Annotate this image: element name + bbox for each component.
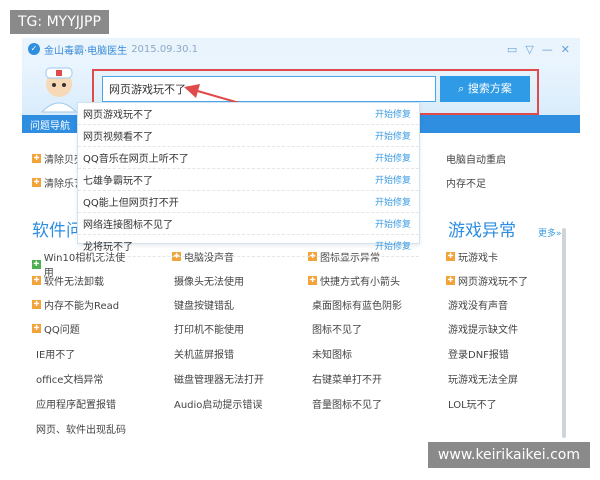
- suggestion-label: QQ音乐在网页上听不了: [83, 154, 189, 165]
- repair-link[interactable]: 开始修复: [375, 195, 419, 208]
- suggestion-label: 网页视频看不了: [83, 132, 153, 143]
- list-item[interactable]: office文档异常: [36, 371, 136, 386]
- list-item-label: 内存不能为Read: [44, 301, 120, 312]
- list-item[interactable]: 电脑自动重启: [446, 151, 506, 166]
- list-item[interactable]: 打印机不能使用: [174, 321, 274, 336]
- suggestion-item[interactable]: 网络连接图标不见了 开始修复: [78, 213, 419, 235]
- list-item[interactable]: 关机蓝屏报错: [174, 346, 274, 361]
- app-title: 金山毒霸·电脑医生: [44, 45, 128, 57]
- list-item[interactable]: ✚ 网页游戏玩不了: [446, 273, 546, 288]
- repair-link[interactable]: 开始修复: [375, 129, 419, 142]
- app-logo-icon: ✓: [28, 43, 40, 55]
- list-item[interactable]: ✚ 软件无法卸载: [32, 273, 132, 288]
- watermark-top-left: TG: MYYJJPP: [10, 10, 109, 34]
- suggestion-label: 龙将玩不了: [83, 242, 133, 253]
- list-item[interactable]: 未知图标: [312, 346, 412, 361]
- repair-badge-icon: ✚: [446, 252, 455, 261]
- app-version: 2015.09.30.1: [131, 43, 198, 55]
- suggestion-item[interactable]: 网页视频看不了 开始修复: [78, 125, 419, 147]
- list-item[interactable]: ✚ 快捷方式有小箭头: [308, 273, 408, 288]
- list-item[interactable]: IE用不了: [36, 346, 136, 361]
- list-item[interactable]: Audio启动提示错误: [174, 396, 274, 411]
- watermark-bottom-right: www.keirikaikei.com: [427, 442, 590, 468]
- suggestion-item[interactable]: 龙将玩不了 开始修复: [78, 235, 419, 257]
- list-item[interactable]: 游戏提示缺文件: [448, 321, 548, 336]
- suggestion-item[interactable]: QQ音乐在网页上听不了 开始修复: [78, 147, 419, 169]
- list-item-label: 快捷方式有小箭头: [320, 277, 400, 288]
- search-icon: ⌕: [458, 82, 465, 95]
- list-item[interactable]: 桌面图标有蓝色阴影: [312, 297, 412, 312]
- list-item-label: QQ问题: [44, 325, 80, 336]
- suggestion-label: QQ能上但网页打不开: [83, 198, 179, 209]
- search-button-label: 搜索方案: [467, 82, 512, 95]
- title-bar: ✓ 金山毒霸·电脑医生 2015.09.30.1 ▭ ▽ — ✕: [22, 38, 580, 60]
- more-link[interactable]: 更多»: [538, 226, 562, 239]
- repair-badge-icon: ✚: [32, 276, 41, 285]
- repair-badge-icon: ✚: [32, 154, 41, 163]
- list-item-label: 软件无法卸载: [44, 277, 104, 288]
- close-icon[interactable]: ✕: [561, 43, 570, 56]
- list-item[interactable]: 玩游戏无法全屏: [448, 371, 548, 386]
- list-item[interactable]: 游戏没有声音: [448, 297, 548, 312]
- list-item[interactable]: 登录DNF报错: [448, 346, 548, 361]
- list-item[interactable]: 磁盘管理器无法打开: [174, 371, 274, 386]
- nav-item-problem-guide[interactable]: 问题导航: [30, 117, 70, 132]
- list-item[interactable]: 内存不足: [446, 175, 486, 190]
- suggestion-item[interactable]: 七雄争霸玩不了 开始修复: [78, 169, 419, 191]
- repair-badge-icon: ✚: [308, 276, 317, 285]
- search-suggestions: 网页游戏玩不了 开始修复 网页视频看不了 开始修复 QQ音乐在网页上听不了 开始修复 …: [77, 102, 420, 257]
- repair-badge-icon: ✚: [32, 259, 41, 269]
- list-item[interactable]: 摄像头无法使用: [174, 273, 274, 288]
- minimize-icon[interactable]: —: [542, 43, 553, 56]
- list-item[interactable]: 音量图标不见了: [312, 396, 412, 411]
- list-item[interactable]: 右键菜单打不开: [312, 371, 412, 386]
- suggestion-label: 网页游戏玩不了: [83, 110, 153, 121]
- list-item[interactable]: ✚ 玩游戏卡: [446, 249, 546, 264]
- suggestion-item[interactable]: 网页游戏玩不了 开始修复: [78, 103, 419, 125]
- search-button[interactable]: ⌕ 搜索方案: [440, 76, 530, 102]
- feedback-icon[interactable]: ▭: [507, 43, 517, 56]
- list-item[interactable]: LOL玩不了: [448, 396, 548, 411]
- repair-link[interactable]: 开始修复: [375, 151, 419, 164]
- list-item-label: 玩游戏卡: [458, 253, 498, 264]
- repair-link[interactable]: 开始修复: [375, 107, 419, 120]
- list-item[interactable]: ✚ QQ问题: [32, 321, 132, 336]
- suggestion-item[interactable]: QQ能上但网页打不开 开始修复: [78, 191, 419, 213]
- list-item[interactable]: 图标不见了: [312, 321, 412, 336]
- repair-badge-icon: ✚: [32, 300, 41, 309]
- menu-icon[interactable]: ▽: [525, 43, 533, 56]
- list-item[interactable]: 网页、软件出现乱码: [36, 421, 136, 436]
- list-item[interactable]: 应用程序配置报错: [36, 396, 136, 411]
- repair-link[interactable]: 开始修复: [375, 239, 419, 252]
- suggestion-label: 七雄争霸玩不了: [83, 176, 153, 187]
- list-item[interactable]: 键盘按键错乱: [174, 297, 274, 312]
- list-item-label: 网页游戏玩不了: [458, 277, 528, 288]
- repair-badge-icon: ✚: [446, 276, 455, 285]
- section-title-games: 游戏异常: [448, 221, 516, 241]
- repair-badge-icon: ✚: [32, 324, 41, 333]
- repair-badge-icon: ✚: [32, 178, 41, 187]
- suggestion-label: 网络连接图标不见了: [83, 220, 173, 231]
- repair-link[interactable]: 开始修复: [375, 173, 419, 186]
- repair-link[interactable]: 开始修复: [375, 217, 419, 230]
- list-item[interactable]: ✚ 内存不能为Read: [32, 297, 132, 312]
- scrollbar[interactable]: [562, 228, 566, 438]
